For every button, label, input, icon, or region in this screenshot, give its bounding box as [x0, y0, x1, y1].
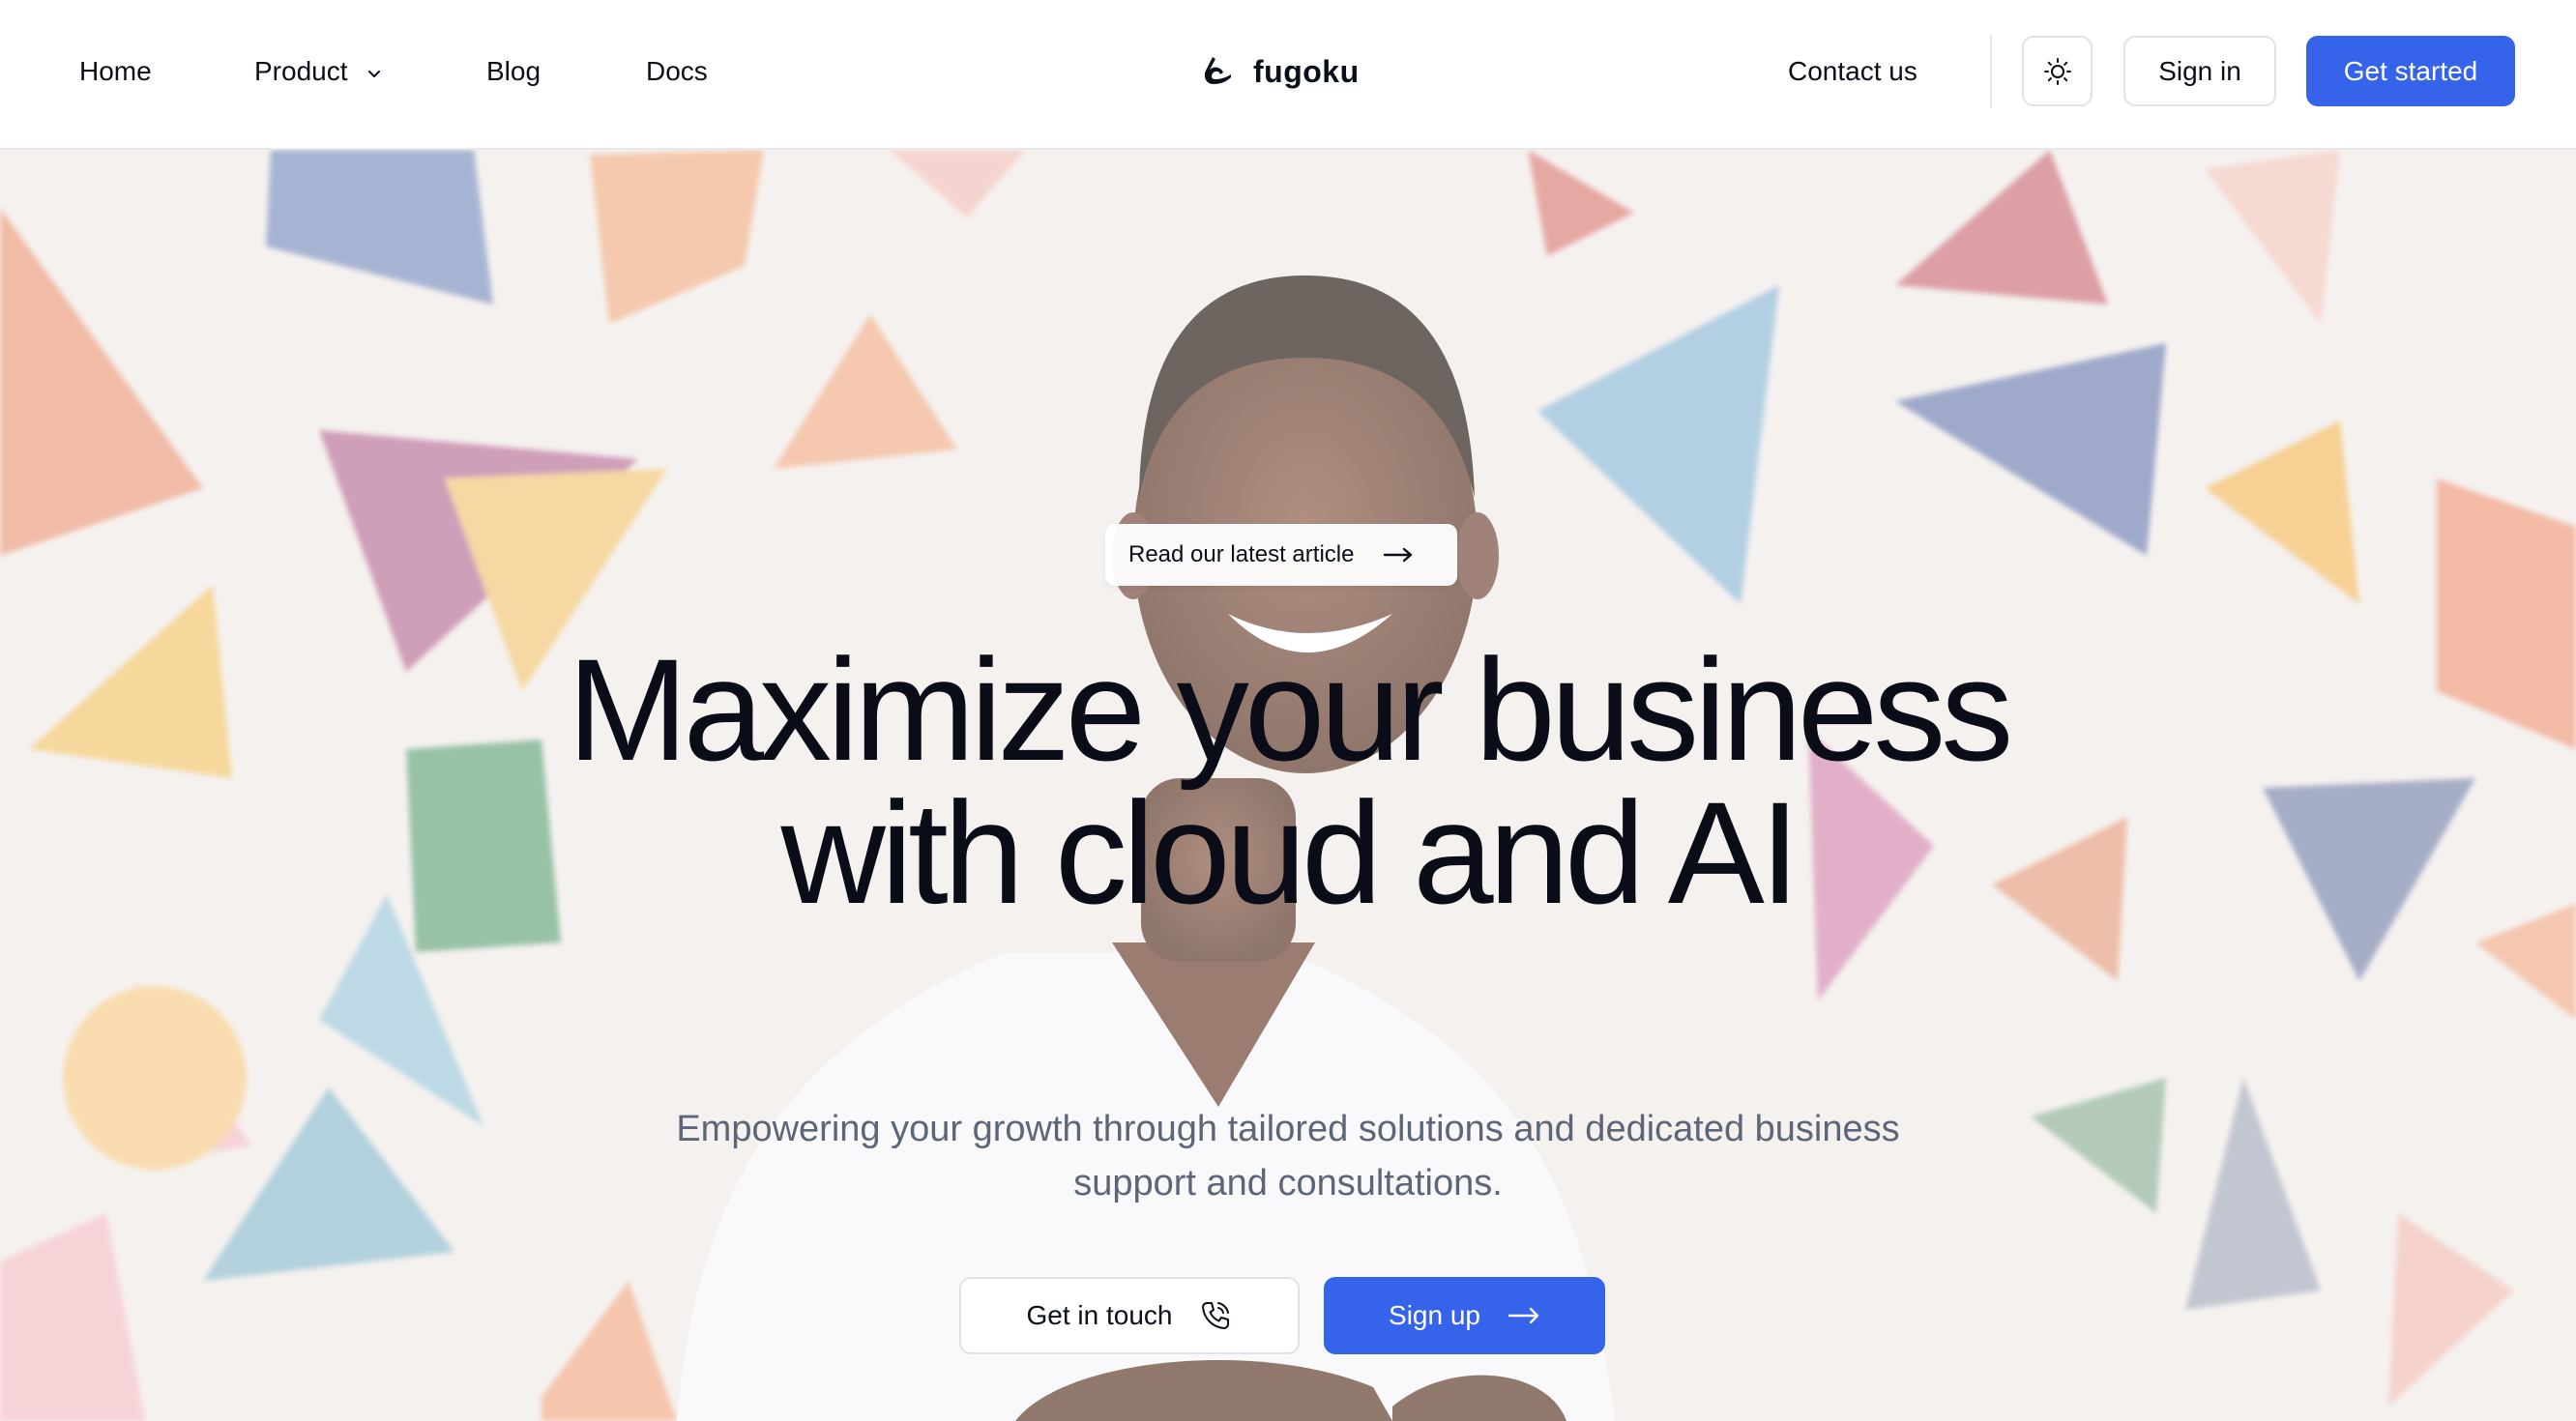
- nav-home-link[interactable]: Home: [79, 52, 152, 91]
- get-in-touch-label: Get in touch: [1026, 1300, 1173, 1330]
- arrow-right-icon: [1508, 1307, 1539, 1324]
- arrow-right-icon: [1384, 547, 1413, 563]
- hero-headline-line2: with cloud and AI: [780, 771, 1800, 934]
- top-navigation: Home Product Blog Docs fugoku Contact us…: [0, 0, 2576, 150]
- latest-article-link[interactable]: Read our latest article: [1105, 524, 1457, 586]
- latest-article-label: Read our latest article: [1128, 541, 1355, 567]
- nav-docs-link[interactable]: Docs: [646, 52, 708, 91]
- hero-subheading: Empowering your growth through tailored …: [563, 1102, 2013, 1210]
- nav-blog-link[interactable]: Blog: [486, 52, 541, 91]
- hero-subheading-line2: support and consultations.: [1073, 1163, 1503, 1204]
- chevron-down-icon: [368, 70, 381, 77]
- nav-product-dropdown[interactable]: Product: [254, 52, 384, 91]
- nav-product-label: Product: [254, 56, 348, 86]
- sun-icon: [2043, 57, 2071, 85]
- brand[interactable]: fugoku: [1199, 48, 1360, 95]
- phone-icon: [1202, 1302, 1230, 1329]
- sign-in-button[interactable]: Sign in: [2123, 36, 2276, 106]
- sign-up-label: Sign up: [1389, 1300, 1480, 1330]
- get-in-touch-button[interactable]: Get in touch: [959, 1277, 1300, 1354]
- hero-section: Read our latest article Maximize your bu…: [0, 150, 2576, 1421]
- get-started-button[interactable]: Get started: [2306, 36, 2515, 106]
- hero-headline: Maximize your business with cloud and AI: [418, 637, 2158, 925]
- hero-subheading-line1: Empowering your growth through tailored …: [676, 1109, 1900, 1149]
- theme-toggle-button[interactable]: [2022, 36, 2093, 106]
- hero-headline-line1: Maximize your business: [567, 628, 2014, 791]
- brand-name: fugoku: [1253, 53, 1360, 89]
- nav-divider: [1990, 35, 1992, 108]
- sign-up-button[interactable]: Sign up: [1324, 1277, 1605, 1354]
- brand-logo-icon: [1204, 57, 1231, 84]
- contact-us-link[interactable]: Contact us: [1788, 52, 1917, 91]
